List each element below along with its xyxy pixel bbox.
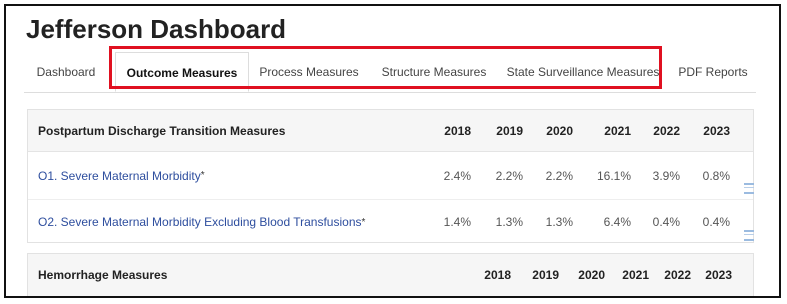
value-cell: 16.1% [596, 168, 631, 183]
tab-outcome-measures[interactable]: Outcome Measures [115, 52, 249, 92]
year-header: 2021 [604, 123, 631, 138]
trend-chart-icon[interactable] [744, 183, 754, 194]
year-header: 2022 [653, 123, 680, 138]
year-header: 2019 [496, 123, 523, 138]
tab-process-measures[interactable]: Process Measures [254, 52, 364, 92]
value-cell: 3.9% [652, 168, 680, 183]
year-header: 2021 [622, 268, 649, 282]
tab-dashboard[interactable]: Dashboard [24, 52, 108, 92]
dashboard-window: Jefferson Dashboard Dashboard Outcome Me… [4, 4, 781, 298]
footnote-marker: * [200, 170, 205, 181]
year-header: 2022 [664, 268, 691, 282]
table-row: O2. Severe Maternal Morbidity Excluding … [28, 200, 754, 244]
table-header-row: Hemorrhage Measures 2018 2019 2020 2021 … [28, 254, 753, 296]
footnote-marker: * [361, 216, 366, 228]
year-header: 2023 [705, 268, 732, 282]
tab-bar: Dashboard Outcome Measures Process Measu… [24, 52, 756, 93]
section-heading: Hemorrhage Measures [38, 268, 168, 282]
value-cell: 1.4% [443, 215, 471, 229]
year-header: 2018 [484, 268, 511, 282]
tab-pdf-reports[interactable]: PDF Reports [672, 52, 754, 92]
year-header: 2018 [444, 123, 471, 138]
value-cell: 6.4% [603, 215, 631, 229]
value-cell: 2.2% [545, 168, 573, 183]
tab-state-surveillance-measures[interactable]: State Surveillance Measures [504, 52, 662, 92]
year-header: 2019 [532, 268, 559, 282]
measure-label[interactable]: O1. Severe Maternal Morbidity [38, 169, 201, 183]
year-header: 2020 [546, 123, 573, 138]
year-header: 2023 [703, 123, 730, 138]
page-title: Jefferson Dashboard [26, 14, 287, 44]
trend-chart-icon[interactable] [744, 230, 754, 241]
value-cell: 0.4% [652, 215, 680, 229]
value-cell: 1.3% [495, 215, 523, 229]
section-heading: Postpartum Discharge Transition Measures [38, 123, 286, 138]
value-cell: 0.8% [702, 168, 730, 183]
hemorrhage-measures-card: Hemorrhage Measures 2018 2019 2020 2021 … [27, 253, 754, 296]
postpartum-measures-card: Postpartum Discharge Transition Measures… [27, 109, 754, 243]
tab-structure-measures[interactable]: Structure Measures [374, 52, 494, 92]
measure-label[interactable]: O2. Severe Maternal Morbidity Excluding … [38, 215, 362, 229]
value-cell: 2.2% [495, 168, 523, 183]
measure-link[interactable]: O1. Severe Maternal Morbidity * [38, 152, 205, 199]
value-cell: 0.4% [702, 215, 730, 229]
measure-link[interactable]: O2. Severe Maternal Morbidity Excluding … [38, 200, 365, 244]
table-row: O1. Severe Maternal Morbidity * 2.4% 2.2… [28, 152, 754, 200]
value-cell: 1.3% [545, 215, 573, 229]
table-header-row: Postpartum Discharge Transition Measures… [28, 110, 753, 152]
year-header: 2020 [578, 268, 605, 282]
value-cell: 2.4% [443, 168, 471, 183]
